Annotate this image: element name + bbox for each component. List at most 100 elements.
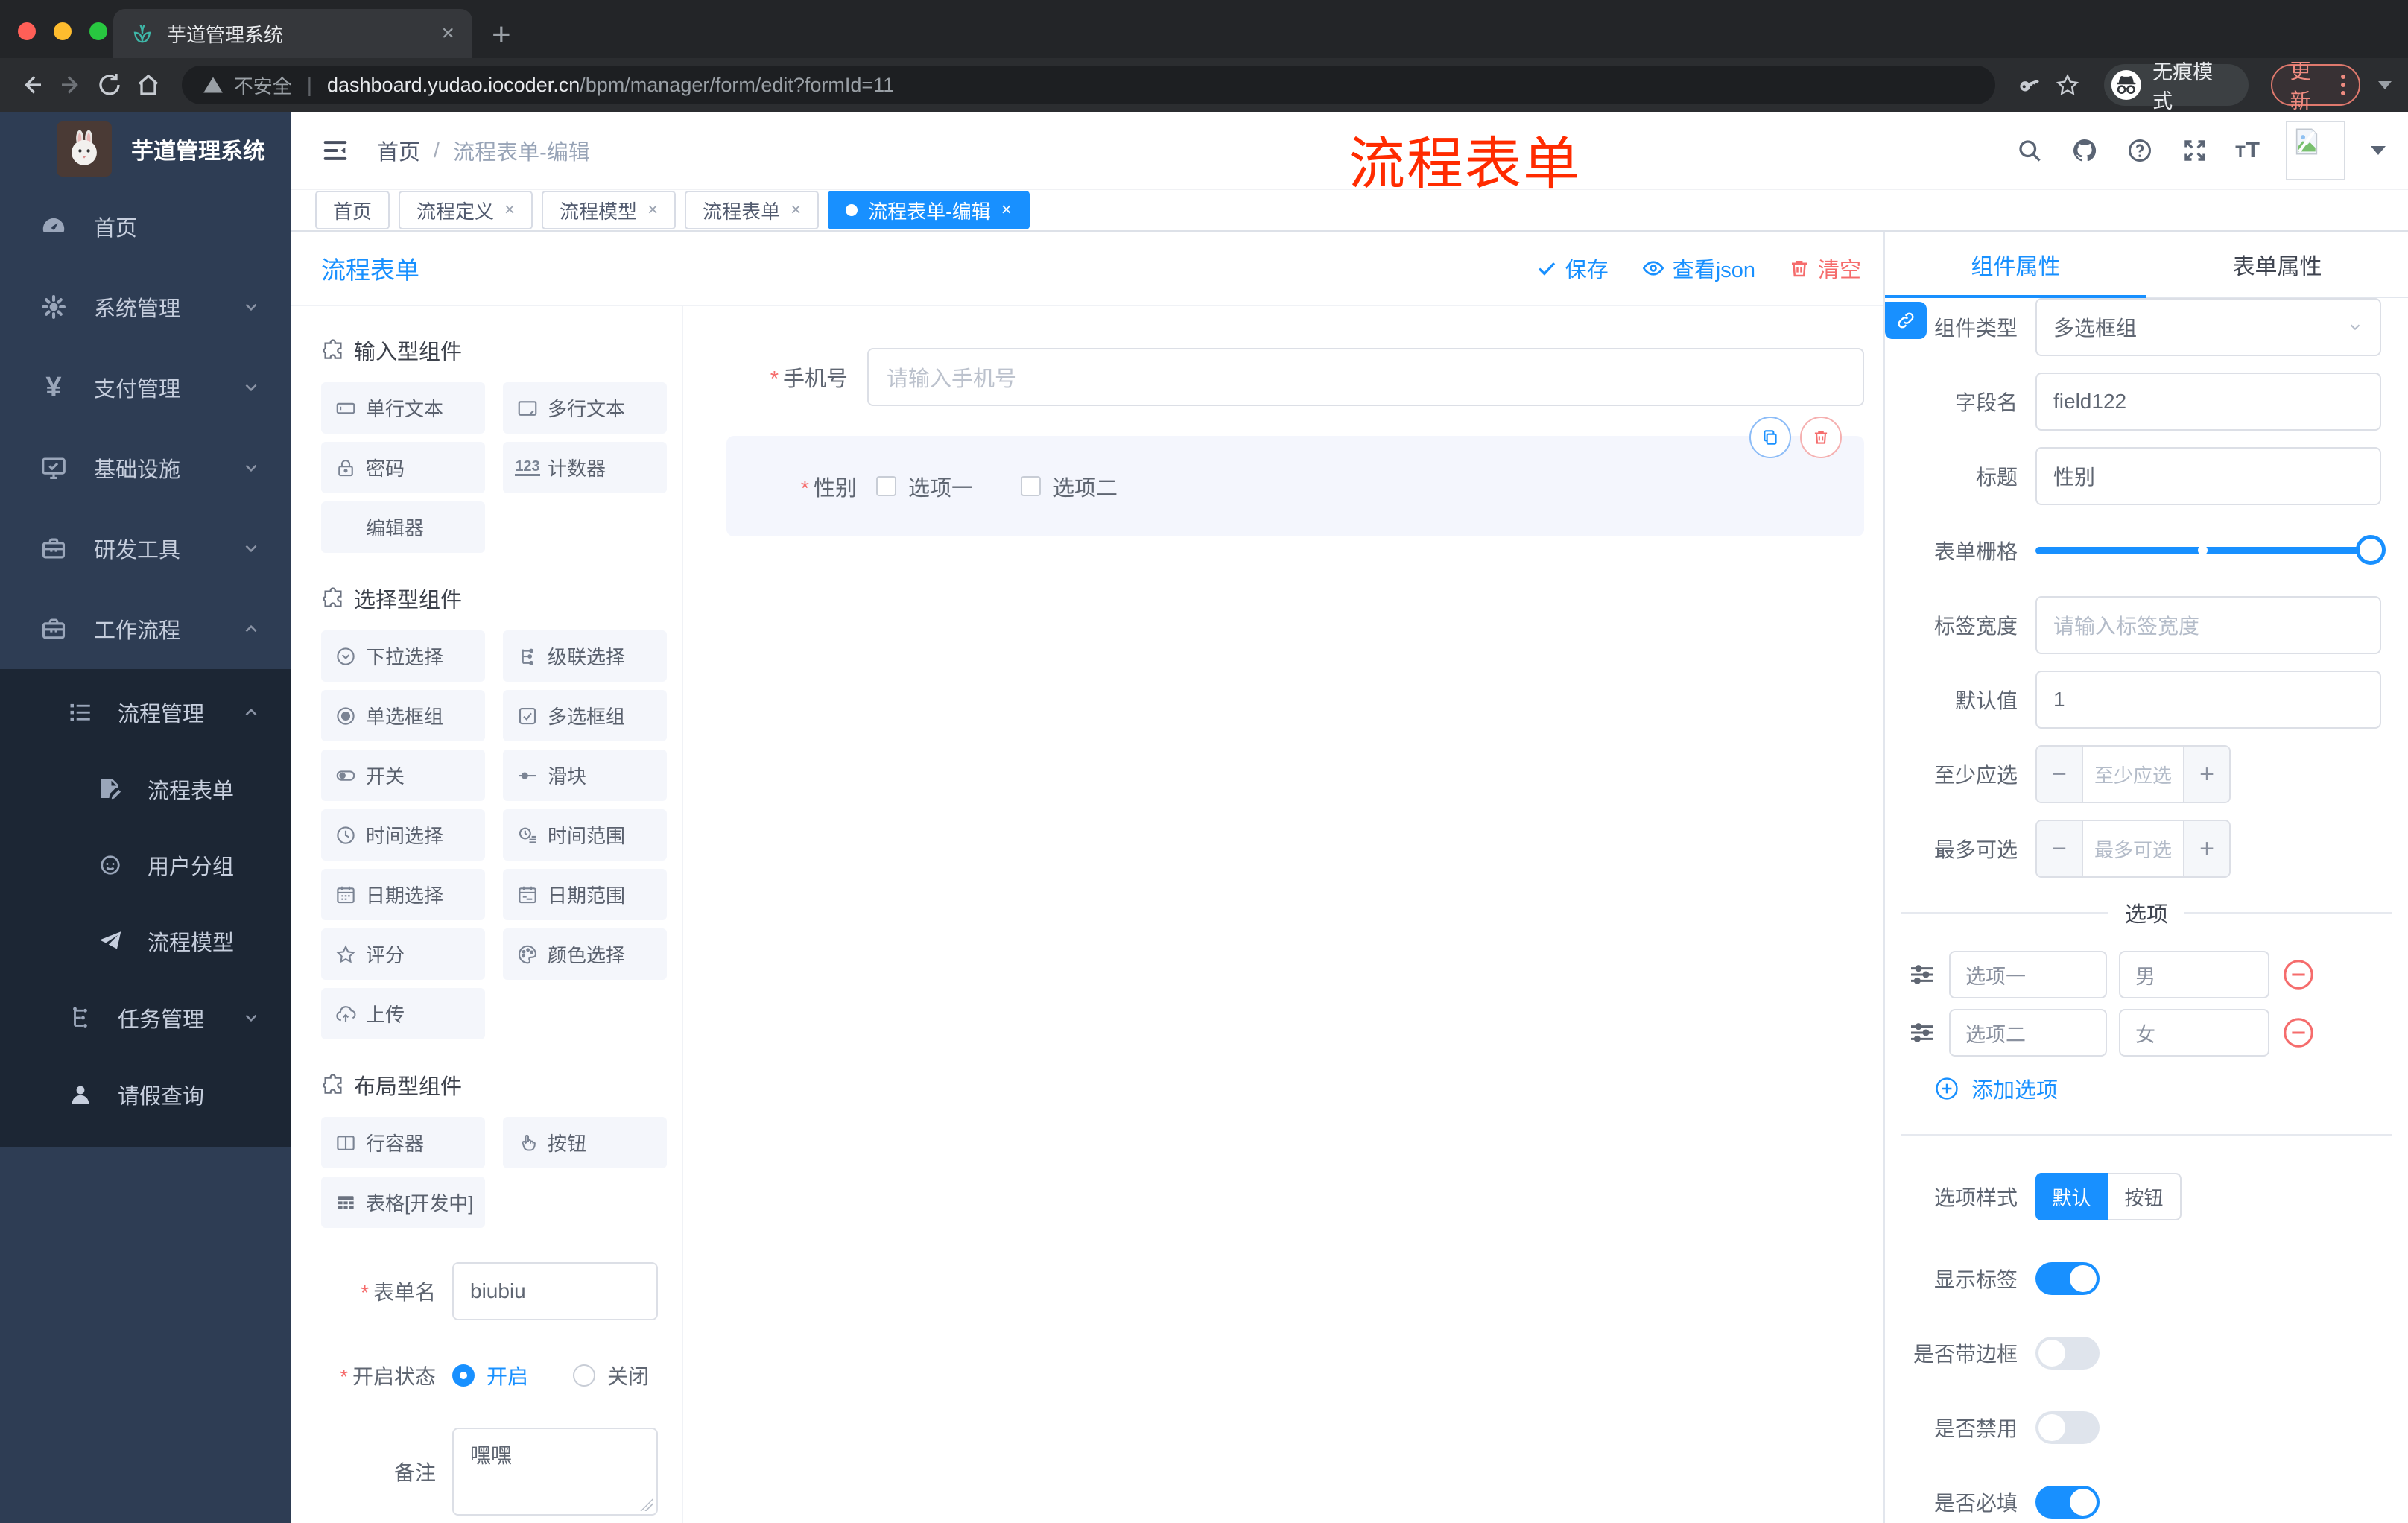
save-button[interactable]: 保存 — [1536, 253, 1609, 284]
url-bar[interactable]: 不安全 | dashboard.yudao.iocoder.cn/bpm/man… — [181, 66, 1995, 104]
title-input[interactable]: 性别 — [2035, 447, 2381, 505]
sidebar-logo[interactable]: 芋道管理系统 — [0, 112, 291, 186]
show-label-toggle[interactable] — [2035, 1262, 2100, 1295]
palette-item-select[interactable]: 下拉选择 — [321, 630, 485, 682]
back-button[interactable] — [16, 69, 48, 101]
close-icon[interactable]: × — [1001, 200, 1012, 221]
palette-item-time-picker[interactable]: 时间选择 — [321, 809, 485, 861]
tab-process-model[interactable]: 流程模型 × — [542, 191, 677, 229]
remove-option-button[interactable] — [2281, 957, 2316, 992]
palette-item-switch[interactable]: 开关 — [321, 750, 485, 801]
palette-item-password[interactable]: 密码 — [321, 442, 485, 493]
increment-button[interactable]: + — [2183, 821, 2229, 876]
tab-component-props[interactable]: 组件属性 — [1885, 232, 2146, 297]
breadcrumb-home[interactable]: 首页 — [377, 135, 420, 166]
remove-option-button[interactable] — [2281, 1016, 2316, 1050]
add-option-button[interactable]: 添加选项 — [1934, 1073, 2408, 1104]
palette-item-editor[interactable]: 编辑器 — [321, 501, 485, 553]
avatar-caret-icon[interactable] — [2371, 146, 2386, 155]
palette-item-counter[interactable]: 123 计数器 — [503, 442, 667, 493]
view-json-button[interactable]: 查看json — [1641, 253, 1755, 284]
border-toggle[interactable] — [2035, 1337, 2100, 1370]
option-value-input[interactable]: 男 — [2119, 951, 2269, 998]
drag-handle-icon[interactable] — [1907, 1018, 1937, 1048]
fullscreen-icon[interactable] — [2180, 136, 2210, 165]
maximize-window-button[interactable] — [89, 22, 107, 40]
sidebar-item-process-mgmt[interactable]: 流程管理 — [0, 674, 291, 751]
sidebar-item-devtools[interactable]: 研发工具 — [0, 508, 291, 589]
github-icon[interactable] — [2070, 136, 2100, 165]
avatar[interactable] — [2286, 121, 2345, 180]
close-window-button[interactable] — [18, 22, 36, 40]
label-width-input[interactable]: 请输入标签宽度 — [2035, 596, 2381, 654]
password-key-icon[interactable] — [2013, 69, 2044, 101]
search-icon[interactable] — [2015, 136, 2044, 165]
tab-process-form-edit[interactable]: 流程表单-编辑 × — [828, 191, 1030, 229]
resize-handle[interactable] — [640, 1498, 653, 1511]
radio-off[interactable] — [573, 1364, 596, 1387]
checkbox-icon[interactable] — [1021, 476, 1042, 496]
palette-item-date-picker[interactable]: 日期选择 — [321, 869, 485, 920]
form-remark-textarea[interactable]: 嘿嘿 — [452, 1428, 658, 1516]
home-button[interactable] — [133, 69, 164, 101]
palette-item-row-container[interactable]: 行容器 — [321, 1117, 485, 1168]
style-default-button[interactable]: 默认 — [2035, 1173, 2108, 1220]
palette-item-upload[interactable]: 上传 — [321, 988, 485, 1039]
palette-item-button[interactable]: 按钮 — [503, 1117, 667, 1168]
close-icon[interactable]: × — [504, 200, 515, 221]
radio-off-label[interactable]: 关闭 — [607, 1361, 649, 1390]
delete-component-button[interactable] — [1800, 417, 1842, 458]
palette-item-time-range[interactable]: 时间范围 — [503, 809, 667, 861]
palette-item-checkbox-group[interactable]: 多选框组 — [503, 690, 667, 741]
radio-on[interactable] — [452, 1364, 475, 1387]
sidebar-item-task-mgmt[interactable]: 任务管理 — [0, 979, 291, 1057]
close-icon[interactable]: × — [790, 200, 801, 221]
sidebar-item-payment[interactable]: ¥ 支付管理 — [0, 347, 291, 428]
sidebar-item-process-form[interactable]: 流程表单 — [0, 751, 291, 827]
max-select-input[interactable]: 最多可选 — [2083, 821, 2183, 876]
option-label-input[interactable]: 选项一 — [1949, 951, 2107, 998]
help-icon[interactable] — [2125, 136, 2155, 165]
gender-option-1[interactable]: 选项一 — [876, 471, 973, 502]
increment-button[interactable]: + — [2183, 747, 2229, 802]
reload-button[interactable] — [94, 69, 125, 101]
tab-process-form[interactable]: 流程表单 × — [685, 191, 820, 229]
palette-item-table[interactable]: 表格[开发中] — [321, 1177, 485, 1228]
minimize-window-button[interactable] — [54, 22, 72, 40]
palette-item-color-picker[interactable]: 颜色选择 — [503, 928, 667, 980]
decrement-button[interactable]: − — [2037, 821, 2083, 876]
style-button-button[interactable]: 按钮 — [2108, 1173, 2182, 1220]
decrement-button[interactable]: − — [2037, 747, 2083, 802]
palette-item-date-range[interactable]: 日期范围 — [503, 869, 667, 920]
sidebar-item-leave-query[interactable]: 请假查询 — [0, 1057, 291, 1133]
tab-process-definition[interactable]: 流程定义 × — [399, 191, 533, 229]
palette-item-cascader[interactable]: 级联选择 — [503, 630, 667, 682]
min-select-input[interactable]: 至少应选 — [2083, 747, 2183, 802]
drag-handle-icon[interactable] — [1907, 960, 1937, 990]
palette-item-radio-group[interactable]: 单选框组 — [321, 690, 485, 741]
palette-item-rate[interactable]: 评分 — [321, 928, 485, 980]
palette-item-multi-text[interactable]: 多行文本 — [503, 382, 667, 434]
option-value-input[interactable]: 女 — [2119, 1009, 2269, 1057]
sidebar-item-infra[interactable]: 基础设施 — [0, 428, 291, 508]
phone-input[interactable]: 请输入手机号 — [867, 348, 1864, 406]
radio-on-label[interactable]: 开启 — [487, 1361, 528, 1390]
checkbox-icon[interactable] — [876, 476, 896, 496]
tab-form-props[interactable]: 表单属性 — [2146, 232, 2408, 297]
toolbar-caret-icon[interactable] — [2377, 80, 2392, 89]
canvas-phone-field[interactable]: * 手机号 请输入手机号 — [685, 348, 1864, 406]
duplicate-component-button[interactable] — [1749, 417, 1791, 458]
disabled-toggle[interactable] — [2035, 1411, 2100, 1444]
default-value-input[interactable]: 1 — [2035, 671, 2381, 729]
new-tab-button[interactable]: + — [492, 16, 511, 54]
selected-component-gender[interactable]: * 性别 选项一 选项二 — [726, 417, 1864, 536]
data-binding-link-button[interactable] — [1885, 302, 1927, 339]
bookmark-star-icon[interactable] — [2052, 69, 2083, 101]
gender-option-2[interactable]: 选项二 — [1021, 471, 1118, 502]
sidebar-item-process-model[interactable]: 流程模型 — [0, 903, 291, 979]
browser-update-button[interactable]: 更新 — [2270, 60, 2360, 113]
sidebar-item-workflow[interactable]: 工作流程 — [0, 589, 291, 669]
browser-tab[interactable]: 芋道管理系统 × — [113, 9, 472, 58]
required-toggle[interactable] — [2035, 1486, 2100, 1519]
field-name-input[interactable]: field122 — [2035, 373, 2381, 431]
